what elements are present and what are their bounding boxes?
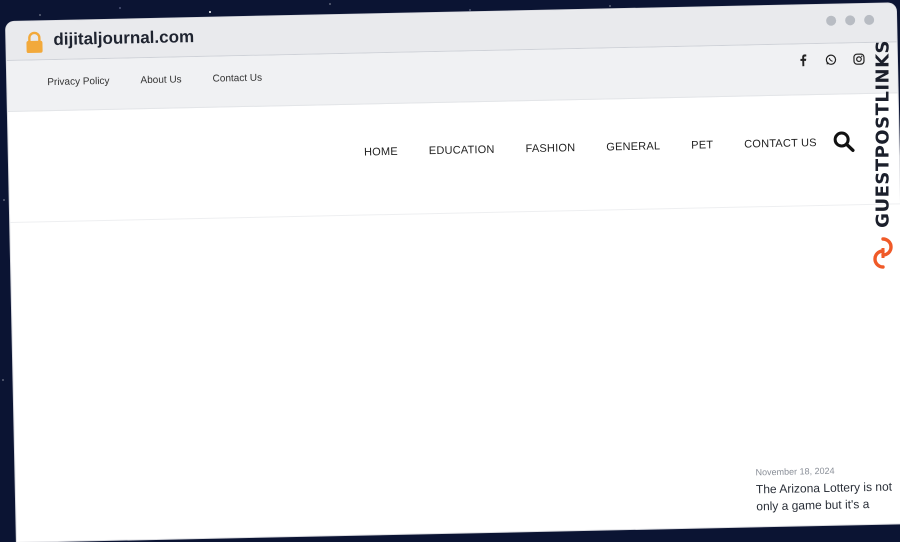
- window-dot-3[interactable]: [864, 14, 875, 26]
- watermark-text: GUESTPOSTLINKS: [872, 40, 894, 228]
- nav-item-home[interactable]: HOME: [364, 146, 398, 159]
- facebook-icon[interactable]: [797, 54, 809, 67]
- window-controls: [826, 14, 875, 26]
- nav-item-contact-us[interactable]: CONTACT US: [744, 137, 817, 151]
- guestpostlinks-watermark: GUESTPOSTLINKS: [872, 40, 894, 270]
- page-content: November 18, 2024 The Arizona Lottery is…: [10, 204, 900, 542]
- window-dot-1[interactable]: [826, 15, 837, 26]
- window-dot-2[interactable]: [845, 15, 856, 26]
- nav-item-general[interactable]: GENERAL: [606, 140, 660, 153]
- browser-window: dijitaljournal.com Privacy Policy About …: [6, 3, 900, 542]
- top-link-privacy-policy[interactable]: Privacy Policy: [47, 76, 109, 88]
- chain-link-icon: [873, 237, 893, 269]
- social-links: [797, 53, 865, 67]
- top-link-contact-us[interactable]: Contact Us: [213, 73, 263, 85]
- post-date: November 18, 2024: [755, 465, 835, 478]
- site-header: HOME EDUCATION FASHION GENERAL PET CONTA…: [7, 93, 900, 223]
- nav-item-fashion[interactable]: FASHION: [525, 142, 575, 155]
- top-links: Privacy Policy About Us Contact Us: [47, 73, 262, 88]
- post-excerpt[interactable]: The Arizona Lottery is not only a game b…: [756, 478, 897, 515]
- address-bar-url[interactable]: dijitaljournal.com: [53, 27, 194, 50]
- instagram-icon[interactable]: [853, 53, 865, 65]
- top-link-about-us[interactable]: About Us: [140, 74, 181, 86]
- search-icon[interactable]: [832, 130, 855, 152]
- post-card[interactable]: November 18, 2024 The Arizona Lottery is…: [755, 464, 896, 515]
- nav-item-education[interactable]: EDUCATION: [429, 144, 495, 157]
- whatsapp-icon[interactable]: [825, 54, 837, 66]
- lock-icon: [26, 31, 43, 54]
- main-navigation: HOME EDUCATION FASHION GENERAL PET CONTA…: [364, 137, 817, 158]
- nav-item-pet[interactable]: PET: [691, 139, 713, 151]
